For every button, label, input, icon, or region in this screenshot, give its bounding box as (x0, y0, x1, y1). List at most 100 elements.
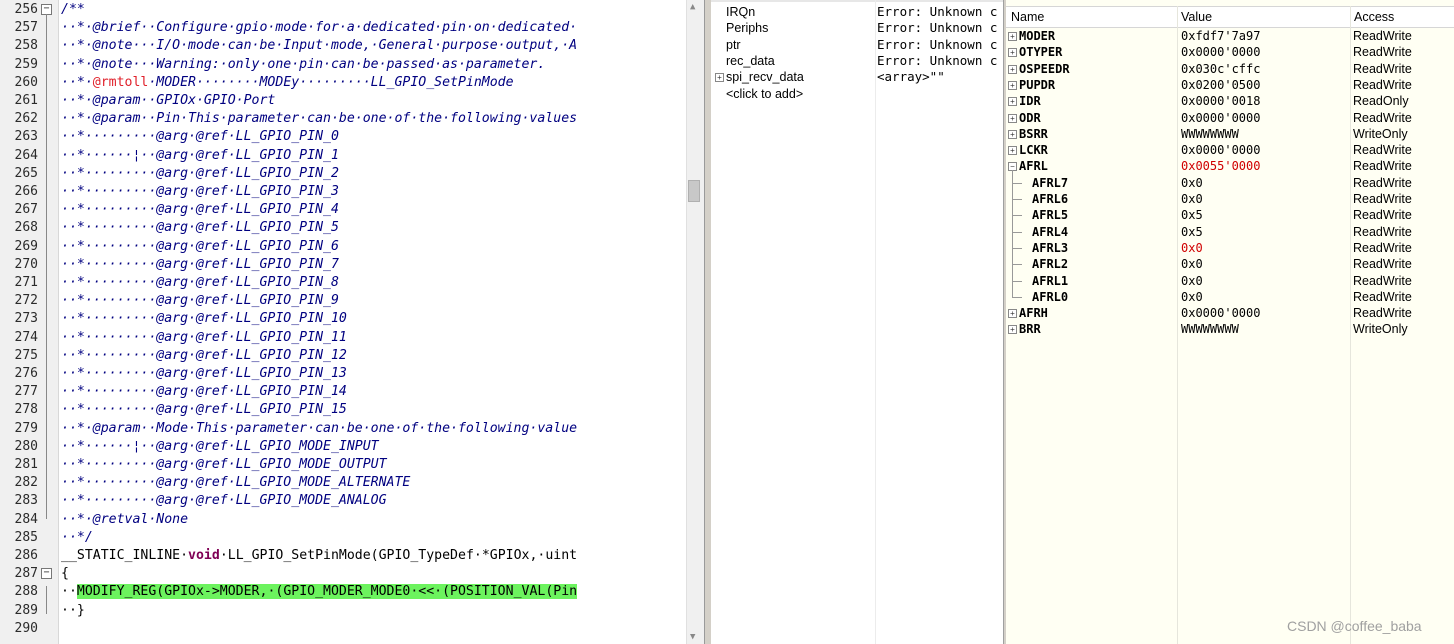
register-value[interactable]: WWWWWWWW (1181, 321, 1239, 337)
code-line[interactable]: 270 ··*·········@arg·@ref·LL_GPIO_PIN_7 (0, 256, 686, 274)
register-value[interactable]: 0x5 (1181, 224, 1203, 240)
code-line[interactable]: 282 ··*·········@arg·@ref·LL_GPIO_MODE_AL… (0, 474, 686, 492)
code-line[interactable]: 259 ··*·@note···Warning:·only·one·pin·can… (0, 56, 686, 74)
fold-toggle-icon[interactable]: − (41, 568, 52, 580)
register-row[interactable]: + OSPEEDR 0x030c'cffc ReadWrite (1006, 61, 1454, 77)
expand-plus-icon[interactable]: + (1008, 309, 1017, 319)
code-line[interactable]: 280 ··*······¦··@arg·@ref·LL_GPIO_MODE_IN… (0, 438, 686, 456)
watch-expression-name[interactable]: IRQn (726, 4, 755, 20)
code-line[interactable]: 261 ··*·@param··GPIOx·GPIO·Port (0, 92, 686, 110)
code-line[interactable]: 289 ··} (0, 602, 686, 620)
register-value[interactable]: 0x0 (1181, 175, 1203, 191)
register-value[interactable]: 0x5 (1181, 207, 1203, 223)
code-line[interactable]: 262 ··*·@param··Pin·This·parameter·can·be… (0, 110, 686, 128)
code-line[interactable]: 288 ··MODIFY_REG(GPIOx->MODER,·(GPIO_MODE… (0, 583, 686, 601)
code-line[interactable]: 285 ··*/ (0, 529, 686, 547)
register-row[interactable]: + OTYPER 0x0000'0000 ReadWrite (1006, 44, 1454, 60)
editor-vertical-scrollbar[interactable] (686, 0, 705, 644)
code-line[interactable]: 273 ··*·········@arg·@ref·LL_GPIO_PIN_10 (0, 310, 686, 328)
pane-splitter[interactable] (704, 0, 711, 644)
register-value[interactable]: 0xfdf7'7a97 (1181, 28, 1260, 44)
watch-expression-name[interactable]: spi_recv_data (726, 69, 804, 85)
watch-row[interactable]: Periphs Error: Unknown c (711, 20, 1003, 36)
code-line[interactable]: 265 ··*·········@arg·@ref·LL_GPIO_PIN_2 (0, 165, 686, 183)
register-value[interactable]: 0x0 (1181, 289, 1203, 305)
code-line[interactable]: 279 ··*·@param··Mode·This·parameter·can·b… (0, 420, 686, 438)
column-header-name[interactable]: Name (1011, 7, 1044, 27)
register-row[interactable]: + BRR WWWWWWWW WriteOnly (1006, 321, 1454, 337)
scroll-up-arrow-icon[interactable]: ▲ (690, 2, 695, 12)
register-value[interactable]: 0x0 (1181, 273, 1203, 289)
register-value[interactable]: 0x0200'0500 (1181, 77, 1260, 93)
code-line[interactable]: 276 ··*·········@arg·@ref·LL_GPIO_PIN_13 (0, 365, 686, 383)
code-editor[interactable]: 256−/** 257 ··*·@brief··Configure·gpio·mod… (0, 0, 686, 644)
code-line[interactable]: 258 ··*·@note···I/O·mode·can·be·Input·mod… (0, 37, 686, 55)
register-value[interactable]: 0x0 (1181, 240, 1203, 256)
register-row[interactable]: AFRL3 0x0 ReadWrite (1006, 240, 1454, 256)
code-line[interactable]: 263 ··*·········@arg·@ref·LL_GPIO_PIN_0 (0, 128, 686, 146)
register-row[interactable]: AFRL2 0x0 ReadWrite (1006, 256, 1454, 272)
code-line[interactable]: 287−{ (0, 565, 686, 583)
expand-plus-icon[interactable]: + (1008, 113, 1017, 123)
code-line[interactable]: 281 ··*·········@arg·@ref·LL_GPIO_MODE_OU… (0, 456, 686, 474)
code-line[interactable]: 290 (0, 620, 686, 638)
register-value[interactable]: 0x0000'0000 (1181, 110, 1260, 126)
expand-plus-icon[interactable]: + (1008, 64, 1017, 74)
watch-row[interactable]: IRQn Error: Unknown c (711, 4, 1003, 20)
register-row[interactable]: + LCKR 0x0000'0000 ReadWrite (1006, 142, 1454, 158)
scroll-down-arrow-icon[interactable]: ▼ (690, 632, 695, 642)
watch-row[interactable]: <click to add> (711, 86, 1003, 102)
code-line[interactable]: 260 ··*·@rmtoll·MODER········MODEy·······… (0, 74, 686, 92)
expand-plus-icon[interactable]: + (1008, 129, 1017, 139)
register-value[interactable]: 0x0 (1181, 256, 1203, 272)
watch-expression-name[interactable]: <click to add> (726, 86, 803, 102)
code-line[interactable]: 277 ··*·········@arg·@ref·LL_GPIO_PIN_14 (0, 383, 686, 401)
register-row[interactable]: AFRL1 0x0 ReadWrite (1006, 273, 1454, 289)
editor-scrollbar-thumb[interactable] (688, 180, 700, 202)
register-row[interactable]: + IDR 0x0000'0018 ReadOnly (1006, 93, 1454, 109)
watch-row[interactable]: + spi_recv_data <array>"" (711, 69, 1003, 85)
code-line[interactable]: 256−/** (0, 1, 686, 19)
watch-expression-name[interactable]: ptr (726, 37, 741, 53)
column-header-access[interactable]: Access (1354, 7, 1394, 27)
code-line[interactable]: 272 ··*·········@arg·@ref·LL_GPIO_PIN_9 (0, 292, 686, 310)
code-line[interactable]: 274 ··*·········@arg·@ref·LL_GPIO_PIN_11 (0, 329, 686, 347)
expand-plus-icon[interactable]: + (1008, 80, 1017, 90)
code-line[interactable]: 268 ··*·········@arg·@ref·LL_GPIO_PIN_5 (0, 219, 686, 237)
register-row[interactable]: + ODR 0x0000'0000 ReadWrite (1006, 110, 1454, 126)
expand-plus-icon[interactable]: + (1008, 48, 1017, 58)
expand-plus-icon[interactable]: + (1008, 97, 1017, 107)
code-line[interactable]: 286 __STATIC_INLINE·void·LL_GPIO_SetPinMo… (0, 547, 686, 565)
code-line[interactable]: 283 ··*·········@arg·@ref·LL_GPIO_MODE_AN… (0, 492, 686, 510)
expand-plus-icon[interactable]: + (1008, 146, 1017, 156)
code-line[interactable]: 275 ··*·········@arg·@ref·LL_GPIO_PIN_12 (0, 347, 686, 365)
register-value[interactable]: 0x0055'0000 (1181, 158, 1260, 174)
code-line[interactable]: 271 ··*·········@arg·@ref·LL_GPIO_PIN_8 (0, 274, 686, 292)
register-row[interactable]: AFRL6 0x0 ReadWrite (1006, 191, 1454, 207)
code-line[interactable]: 266 ··*·········@arg·@ref·LL_GPIO_PIN_3 (0, 183, 686, 201)
register-row[interactable]: − AFRL 0x0055'0000 ReadWrite (1006, 158, 1454, 174)
register-row[interactable]: + AFRH 0x0000'0000 ReadWrite (1006, 305, 1454, 321)
watch-row[interactable]: rec_data Error: Unknown c (711, 53, 1003, 69)
code-line[interactable]: 284 ··*·@retval·None (0, 511, 686, 529)
expand-plus-icon[interactable]: + (1008, 32, 1017, 41)
watch-row[interactable]: ptr Error: Unknown c (711, 37, 1003, 53)
watch-expression-name[interactable]: rec_data (726, 53, 775, 69)
expand-plus-icon[interactable]: + (715, 73, 724, 83)
register-value[interactable]: 0x0000'0000 (1181, 44, 1260, 60)
register-row[interactable]: + PUPDR 0x0200'0500 ReadWrite (1006, 77, 1454, 93)
register-value[interactable]: WWWWWWWW (1181, 126, 1239, 142)
register-value[interactable]: 0x0000'0018 (1181, 93, 1260, 109)
register-row[interactable]: AFRL7 0x0 ReadWrite (1006, 175, 1454, 191)
code-line[interactable]: 264 ··*······¦··@arg·@ref·LL_GPIO_PIN_1 (0, 147, 686, 165)
watch-expression-name[interactable]: Periphs (726, 20, 768, 36)
register-value[interactable]: 0x030c'cffc (1181, 61, 1260, 77)
code-line[interactable]: 269 ··*·········@arg·@ref·LL_GPIO_PIN_6 (0, 238, 686, 256)
register-value[interactable]: 0x0000'0000 (1181, 305, 1260, 321)
register-row[interactable]: AFRL5 0x5 ReadWrite (1006, 207, 1454, 223)
expand-plus-icon[interactable]: + (1008, 325, 1017, 335)
code-line[interactable]: 267 ··*·········@arg·@ref·LL_GPIO_PIN_4 (0, 201, 686, 219)
code-line[interactable]: 278 ··*·········@arg·@ref·LL_GPIO_PIN_15 (0, 401, 686, 419)
register-row[interactable]: AFRL0 0x0 ReadWrite (1006, 289, 1454, 305)
register-value[interactable]: 0x0000'0000 (1181, 142, 1260, 158)
